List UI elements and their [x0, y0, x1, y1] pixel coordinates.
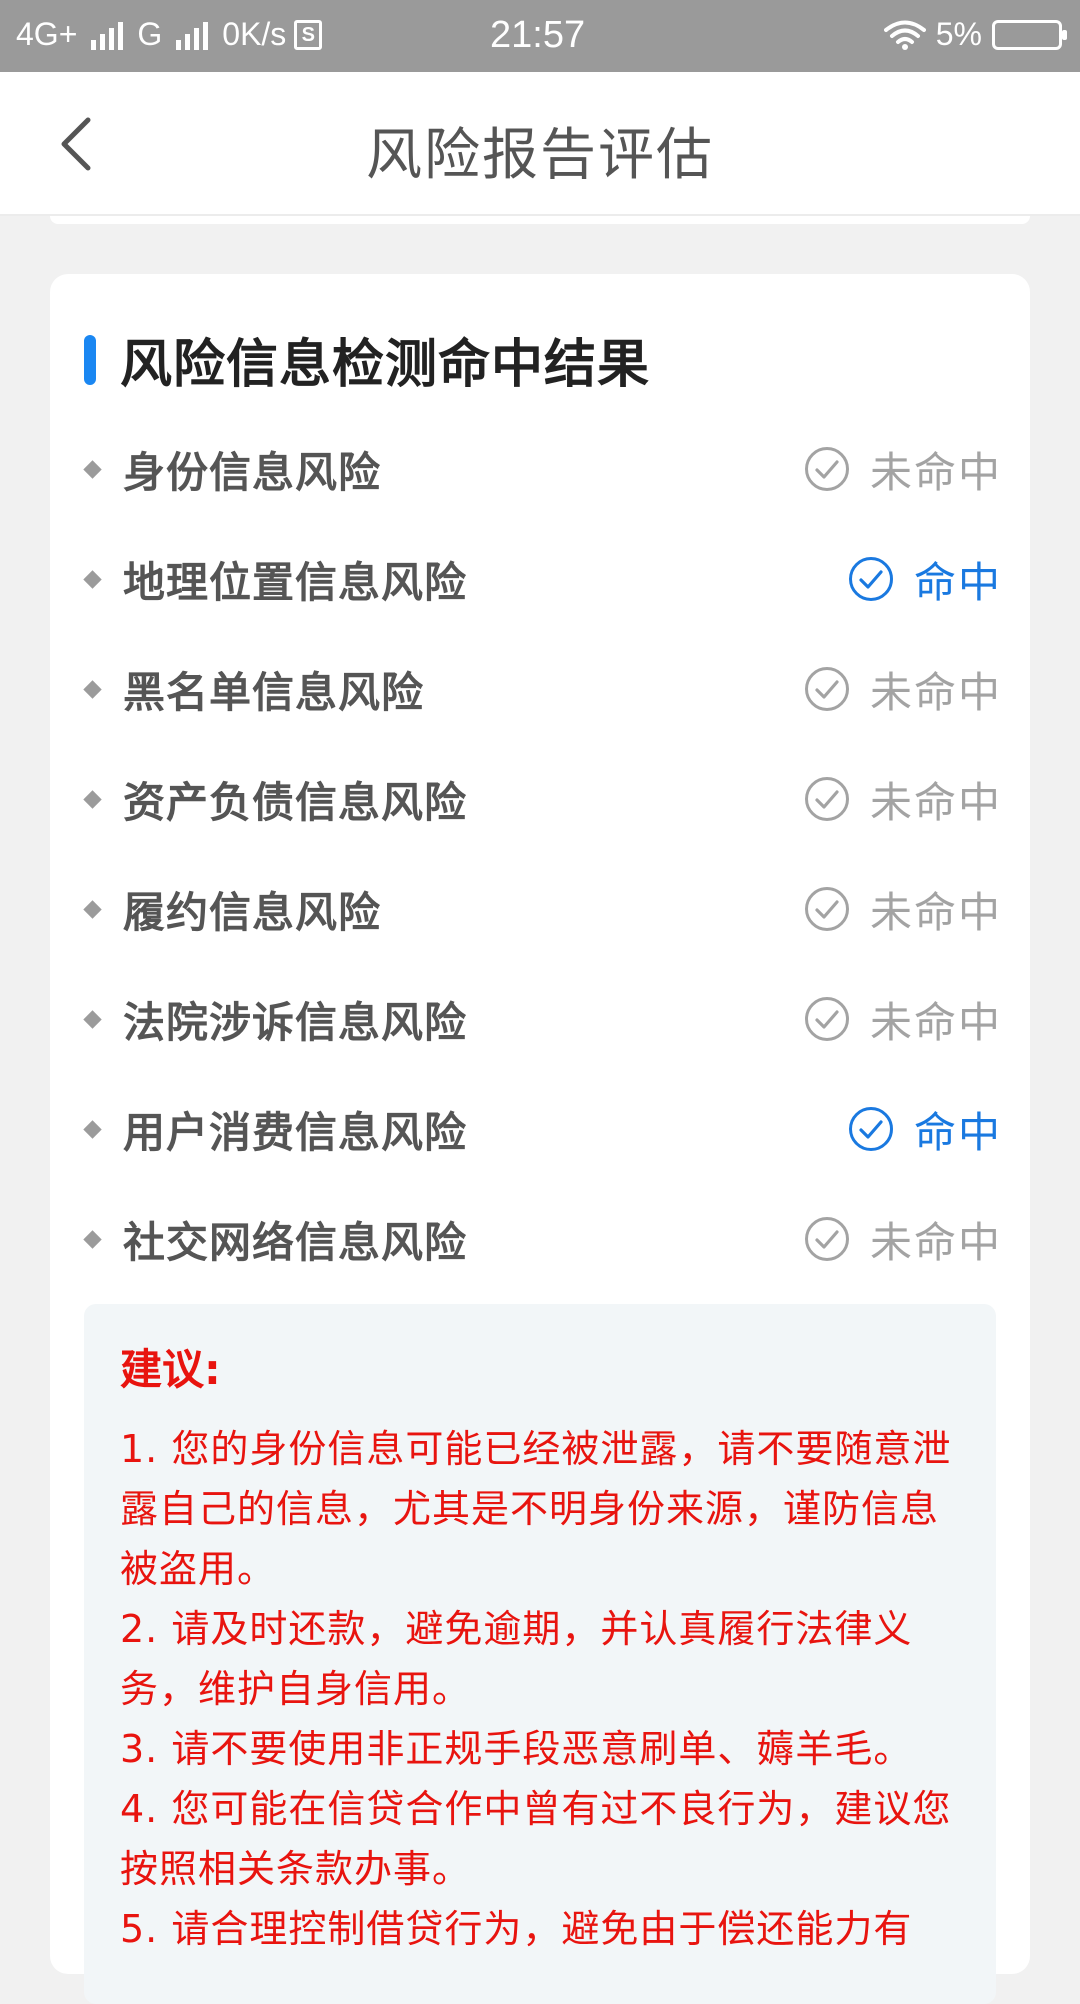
risk-status: 未命中 — [804, 439, 1002, 500]
card-header: 风险信息检测命中结果 — [84, 322, 650, 397]
risk-status: 命中 — [848, 549, 1002, 610]
signal-icon-2 — [176, 20, 209, 50]
check-circle-icon — [804, 1217, 849, 1261]
risk-status: 未命中 — [804, 879, 1002, 940]
battery-percent: 5% — [935, 16, 982, 52]
risk-result-card: 风险信息检测命中结果 身份信息风险 未命中 地理位置信息风险 命中 黑名单信息风险 未命中… — [50, 274, 1030, 2004]
risk-status: 未命中 — [804, 769, 1002, 830]
risk-label: 地理位置信息风险 — [123, 557, 468, 607]
network-type-1: 4G+ — [16, 16, 78, 52]
risk-status: 未命中 — [804, 1209, 1002, 1270]
check-circle-icon — [804, 887, 849, 931]
advice-item: 2. 请及时还款，避免逾期，并认真履行法律义务，维护自身信用。 — [120, 1607, 913, 1711]
risk-row: 身份信息风险 未命中 — [82, 414, 1002, 524]
signal-icon — [91, 20, 124, 50]
card-title: 风险信息检测命中结果 — [120, 335, 651, 395]
advice-list: 1. 您的身份信息可能已经被泄露，请不要随意泄露自己的信息，尤其是不明身份来源，… — [120, 1419, 960, 1959]
risk-row: 社交网络信息风险 未命中 — [82, 1184, 1002, 1294]
check-circle-icon — [804, 447, 849, 491]
risk-label: 社交网络信息风险 — [123, 1217, 468, 1267]
risk-row: 履约信息风险 未命中 — [82, 854, 1002, 964]
advice-item: 5. 请合理控制借贷行为，避免由于偿还能力有 — [120, 1907, 913, 1951]
diamond-bullet-icon — [83, 1009, 102, 1029]
risk-label: 用户消费信息风险 — [123, 1107, 468, 1157]
risk-status-text: 未命中 — [869, 997, 1002, 1047]
risk-row: 地理位置信息风险 命中 — [82, 524, 1002, 634]
net-speed: 0K/s — [222, 16, 287, 52]
risk-row: 用户消费信息风险 命中 — [82, 1074, 1002, 1184]
check-circle-icon — [804, 777, 849, 821]
risk-status: 未命中 — [804, 989, 1002, 1050]
risk-label: 身份信息风险 — [123, 447, 382, 497]
advice-item: 4. 您可能在信贷合作中曾有过不良行为，建议您按照相关条款办事。 — [120, 1787, 952, 1891]
advice-title: 建议: — [120, 1345, 221, 1394]
risk-label: 法院涉诉信息风险 — [123, 997, 468, 1047]
risk-status-text: 未命中 — [869, 777, 1002, 827]
risk-status-text: 未命中 — [869, 1217, 1002, 1267]
status-bar: 4G+ G 0K/s S 21:57 5% — [0, 0, 1080, 72]
risk-status-text: 未命中 — [869, 667, 1002, 717]
check-circle-icon — [804, 997, 849, 1041]
check-circle-icon — [804, 667, 849, 711]
title-accent-bar — [84, 334, 96, 385]
advice-box: 建议: 1. 您的身份信息可能已经被泄露，请不要随意泄露自己的信息，尤其是不明身… — [84, 1304, 996, 2004]
previous-card-edge — [50, 216, 1030, 224]
risk-row: 法院涉诉信息风险 未命中 — [82, 964, 1002, 1074]
s-app-icon: S — [294, 19, 323, 50]
page-title: 风险报告评估 — [366, 123, 714, 188]
wifi-icon — [883, 20, 926, 50]
diamond-bullet-icon — [83, 1229, 102, 1249]
diamond-bullet-icon — [83, 459, 102, 479]
network-type-2: G — [137, 16, 163, 52]
diamond-bullet-icon — [83, 789, 102, 809]
check-circle-icon — [848, 557, 893, 601]
risk-list: 身份信息风险 未命中 地理位置信息风险 命中 黑名单信息风险 未命中 资产负债信息风险 未命中… — [82, 414, 1002, 1294]
diamond-bullet-icon — [83, 1119, 102, 1139]
risk-row: 资产负债信息风险 未命中 — [82, 744, 1002, 854]
risk-label: 资产负债信息风险 — [123, 777, 468, 827]
check-circle-icon — [848, 1107, 893, 1151]
advice-item: 1. 您的身份信息可能已经被泄露，请不要随意泄露自己的信息，尤其是不明身份来源，… — [120, 1427, 952, 1591]
risk-status-text: 命中 — [913, 1107, 1002, 1157]
risk-status: 未命中 — [804, 659, 1002, 720]
status-time: 21:57 — [490, 14, 586, 56]
risk-status-text: 未命中 — [869, 447, 1002, 497]
diamond-bullet-icon — [83, 569, 102, 589]
risk-label: 黑名单信息风险 — [123, 667, 425, 717]
advice-item: 3. 请不要使用非正规手段恶意刷单、薅羊毛。 — [120, 1727, 913, 1771]
diamond-bullet-icon — [83, 679, 102, 699]
status-left: 4G+ G 0K/s S — [16, 16, 323, 53]
risk-status-text: 未命中 — [869, 887, 1002, 937]
risk-row: 黑名单信息风险 未命中 — [82, 634, 1002, 744]
diamond-bullet-icon — [83, 899, 102, 919]
status-right: 5% — [883, 16, 1067, 53]
battery-icon — [992, 19, 1067, 50]
risk-status-text: 命中 — [913, 557, 1002, 607]
risk-label: 履约信息风险 — [123, 887, 382, 937]
navbar: 风险报告评估 — [0, 72, 1080, 216]
risk-status: 命中 — [848, 1099, 1002, 1160]
